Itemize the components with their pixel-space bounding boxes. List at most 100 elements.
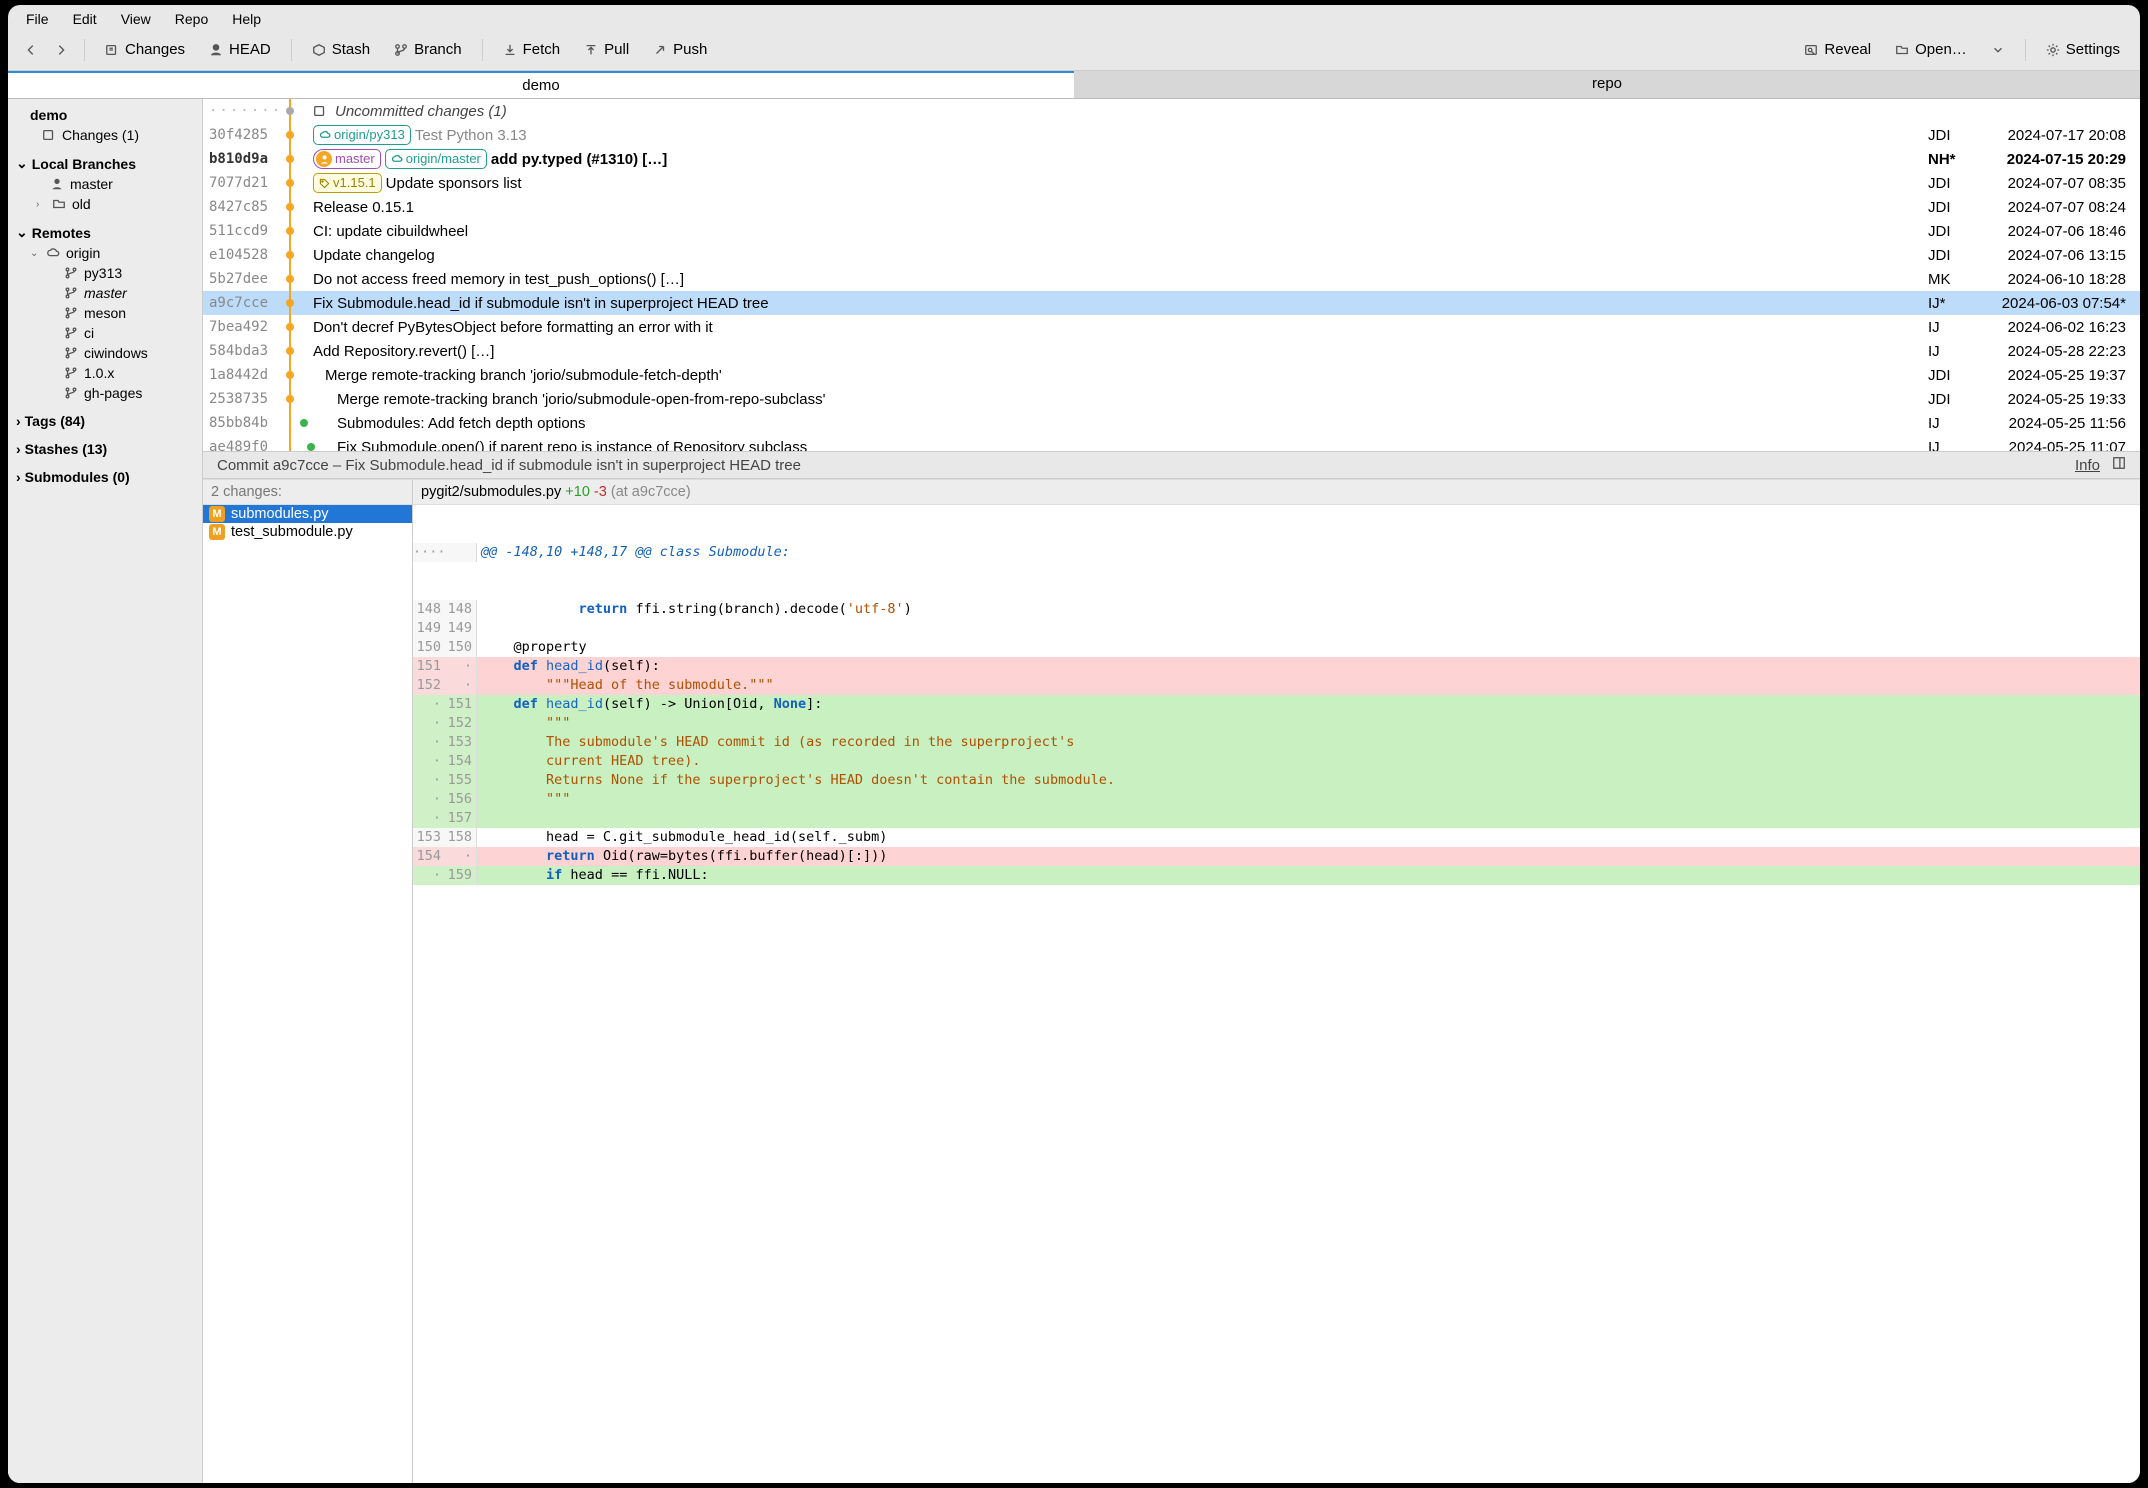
menu-view[interactable]: View [121, 11, 151, 27]
tab-repo[interactable]: repo [1074, 71, 2140, 98]
sidebar-remotes-header[interactable]: ⌄Remotes [8, 214, 202, 243]
commit-date: 2024-07-06 18:46 [1986, 223, 2126, 240]
menu-repo[interactable]: Repo [175, 11, 208, 27]
diff-line[interactable]: ·151 def head_id(self) -> Union[Oid, Non… [413, 695, 2140, 714]
diff-line[interactable]: ·154 current HEAD tree). [413, 752, 2140, 771]
sidebar-remote-branch[interactable]: meson [8, 303, 202, 323]
commit-author: MK [1928, 271, 1986, 288]
branch-icon [64, 266, 78, 280]
commit-row[interactable]: a9c7cce Fix Submodule.head_id if submodu… [203, 291, 2140, 315]
commit-author: JDI [1928, 127, 1986, 144]
sidebar-remote-origin[interactable]: ⌄origin [8, 243, 202, 263]
commit-row[interactable]: 5b27dee Do not access freed memory in te… [203, 267, 2140, 291]
diff-line[interactable]: 152· """Head of the submodule.""" [413, 676, 2140, 695]
branch-icon [64, 366, 78, 380]
tab-demo[interactable]: demo [8, 71, 1074, 98]
nav-forward-button[interactable] [48, 39, 74, 61]
branch-button[interactable]: Branch [384, 37, 472, 62]
diff-line[interactable]: 148148 return ffi.string(branch).decode(… [413, 600, 2140, 619]
commit-row[interactable]: e104528 Update changelog JDI 2024-07-06 … [203, 243, 2140, 267]
file-status-badge: M [209, 524, 225, 540]
sidebar-remote-branch[interactable]: 1.0.x [8, 363, 202, 383]
commit-list[interactable]: ······· Uncommitted changes (1) 30f4285 … [203, 99, 2140, 451]
diff-line[interactable]: 151· def head_id(self): [413, 657, 2140, 676]
commit-row[interactable]: 511ccd9 CI: update cibuildwheel JDI 2024… [203, 219, 2140, 243]
branch-icon [64, 346, 78, 360]
commit-date: 2024-07-06 13:15 [1986, 247, 2126, 264]
commit-row[interactable]: b810d9a masterorigin/masteradd py.typed … [203, 147, 2140, 171]
sidebar-folder-old[interactable]: ›old [8, 194, 202, 214]
sidebar-changes[interactable]: Changes (1) [8, 125, 202, 145]
file-item[interactable]: Mtest_submodule.py [203, 523, 412, 541]
commit-row[interactable]: 7bea492 Don't decref PyBytesObject befor… [203, 315, 2140, 339]
menu-file[interactable]: File [26, 11, 49, 27]
commit-graph [283, 339, 313, 363]
sidebar-remote-branch[interactable]: ciwindows [8, 343, 202, 363]
settings-button[interactable]: Settings [2036, 37, 2130, 62]
commit-author: IJ [1928, 343, 1986, 360]
diff-line[interactable]: 154· return Oid(raw=bytes(ffi.buffer(hea… [413, 847, 2140, 866]
sidebar-submodules-header[interactable]: ›Submodules (0) [8, 459, 202, 487]
commit-author: JDI [1928, 223, 1986, 240]
diff-line[interactable]: 150150 @property [413, 638, 2140, 657]
commit-row[interactable]: 2538735 Merge remote-tracking branch 'jo… [203, 387, 2140, 411]
commit-row[interactable]: 8427c85 Release 0.15.1 JDI 2024-07-07 08… [203, 195, 2140, 219]
info-link[interactable]: Info [2075, 457, 2100, 474]
sidebar-branch-master[interactable]: master [8, 174, 202, 194]
commit-date: 2024-07-17 20:08 [1986, 127, 2126, 144]
commit-hash: 1a8442d [209, 367, 283, 383]
menu-help[interactable]: Help [232, 11, 261, 27]
file-item[interactable]: Msubmodules.py [203, 505, 412, 523]
open-dropdown-icon[interactable] [1981, 39, 2015, 61]
commit-row[interactable]: 584bda3 Add Repository.revert() […] IJ 2… [203, 339, 2140, 363]
diff-line[interactable]: ·156 """ [413, 790, 2140, 809]
commit-row[interactable]: 7077d21 v1.15.1Update sponsors list JDI … [203, 171, 2140, 195]
commit-row[interactable]: ae489f0 Fix Submodule.open() if parent r… [203, 435, 2140, 451]
head-icon [50, 177, 64, 191]
commit-date: 2024-05-25 11:56 [1986, 415, 2126, 432]
commit-row[interactable]: 85bb84b Submodules: Add fetch depth opti… [203, 411, 2140, 435]
commit-hash: 5b27dee [209, 271, 283, 287]
nav-back-button[interactable] [18, 39, 44, 61]
file-name: submodules.py [231, 506, 329, 522]
head-button[interactable]: HEAD [199, 37, 281, 62]
commit-row[interactable]: 1a8442d Merge remote-tracking branch 'jo… [203, 363, 2140, 387]
commit-subject: Submodules: Add fetch depth options [313, 415, 1928, 432]
commit-author: IJ* [1928, 295, 1986, 312]
panel-toggle-icon[interactable] [2112, 456, 2126, 474]
changes-button[interactable]: Changes [95, 37, 195, 62]
sidebar-remote-branch[interactable]: master [8, 283, 202, 303]
commit-date: 2024-06-10 18:28 [1986, 271, 2126, 288]
menu-edit[interactable]: Edit [73, 11, 97, 27]
fetch-button[interactable]: Fetch [493, 37, 571, 62]
commit-subject: Don't decref PyBytesObject before format… [313, 319, 1928, 336]
sidebar-stashes-header[interactable]: ›Stashes (13) [8, 431, 202, 459]
diff-line[interactable]: ·155 Returns None if the superproject's … [413, 771, 2140, 790]
sidebar-remote-branch[interactable]: ci [8, 323, 202, 343]
diff-body[interactable]: ·······@@ -148,10 +148,17 @@ class Submo… [413, 505, 2140, 1483]
commit-summary: Commit a9c7cce – Fix Submodule.head_id i… [217, 457, 801, 474]
open-button[interactable]: Open… [1885, 37, 1977, 62]
push-button[interactable]: Push [643, 37, 717, 62]
sidebar-remote-branch[interactable]: py313 [8, 263, 202, 283]
diff-line[interactable]: ·152 """ [413, 714, 2140, 733]
diff-line[interactable]: ·153 The submodule's HEAD commit id (as … [413, 733, 2140, 752]
reveal-button[interactable]: Reveal [1794, 37, 1881, 62]
commit-author: JDI [1928, 175, 1986, 192]
sidebar-remote-branch[interactable]: gh-pages [8, 383, 202, 403]
diff-line[interactable]: 149149 [413, 619, 2140, 638]
commit-row[interactable]: ······· Uncommitted changes (1) [203, 99, 2140, 123]
sidebar-repo-name[interactable]: demo [8, 105, 202, 125]
diff-line[interactable]: ·157 [413, 809, 2140, 828]
sidebar-tags-header[interactable]: ›Tags (84) [8, 403, 202, 431]
commit-graph [283, 267, 313, 291]
stash-button[interactable]: Stash [302, 37, 380, 62]
diff-line[interactable]: ·159 if head == ffi.NULL: [413, 866, 2140, 885]
diff-line[interactable]: 153158 head = C.git_submodule_head_id(se… [413, 828, 2140, 847]
pull-button[interactable]: Pull [574, 37, 639, 62]
commit-row[interactable]: 30f4285 origin/py313Test Python 3.13 JDI… [203, 123, 2140, 147]
commit-subject: Fix Submodule.open() if parent repo is i… [313, 439, 1928, 452]
changes-count: 2 changes: [203, 480, 412, 505]
sidebar-local-branches-header[interactable]: ⌄Local Branches [8, 145, 202, 174]
branch-icon [64, 386, 78, 400]
